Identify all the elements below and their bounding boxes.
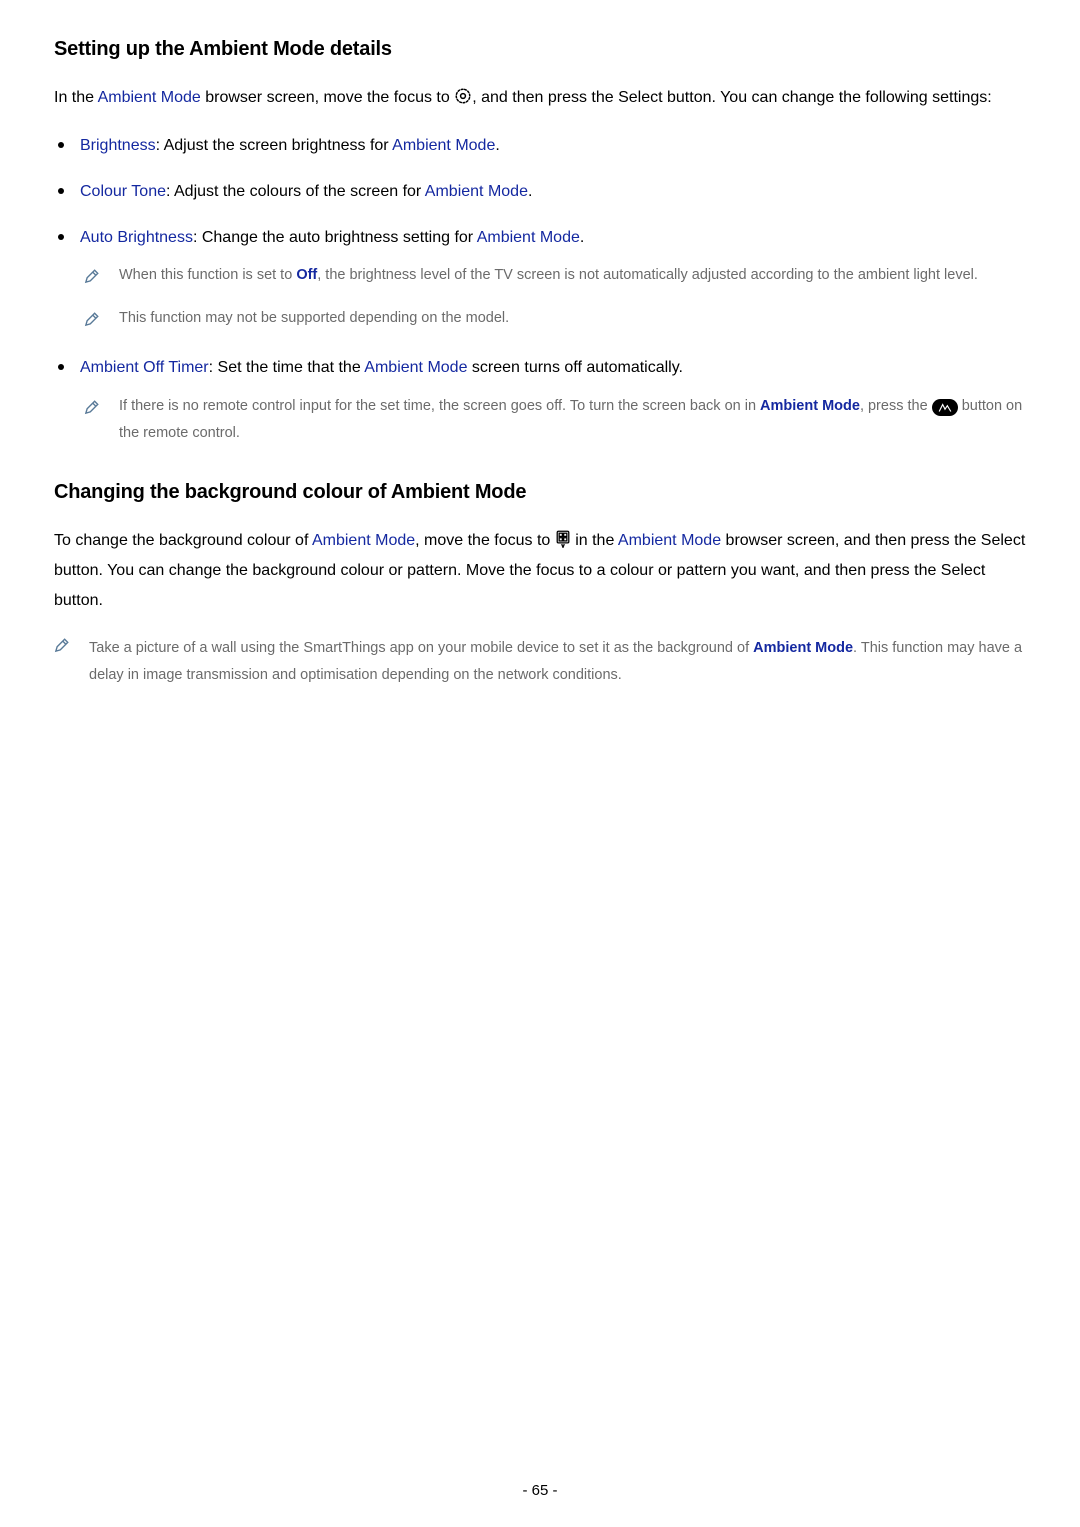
link-ambient-mode[interactable]: Ambient Mode bbox=[312, 532, 415, 549]
link-ambient-mode[interactable]: Ambient Mode bbox=[425, 183, 528, 200]
section-ambient-mode-details: Setting up the Ambient Mode details In t… bbox=[54, 38, 1026, 447]
list-item: Brightness: Adjust the screen brightness… bbox=[80, 131, 1026, 161]
text-span: in the bbox=[571, 532, 618, 549]
bullet-list: Brightness: Adjust the screen brightness… bbox=[54, 131, 1026, 446]
link-ambient-mode[interactable]: Ambient Mode bbox=[477, 229, 580, 246]
link-ambient-mode[interactable]: Ambient Mode bbox=[753, 640, 853, 656]
ambient-button-icon bbox=[932, 399, 958, 416]
link-auto-brightness[interactable]: Auto Brightness bbox=[80, 229, 193, 246]
text-span: : Adjust the screen brightness for bbox=[156, 137, 393, 154]
link-ambient-mode[interactable]: Ambient Mode bbox=[98, 89, 201, 106]
text-span: : Change the auto brightness setting for bbox=[193, 229, 477, 246]
text-span: , the brightness level of the TV screen … bbox=[317, 267, 978, 283]
text-span: , press the bbox=[860, 398, 932, 414]
pencil-note-icon bbox=[84, 265, 99, 295]
text-span: To change the background colour of bbox=[54, 532, 312, 549]
list-item: Ambient Off Timer: Set the time that the… bbox=[80, 353, 1026, 446]
text-span: In the bbox=[54, 89, 98, 106]
pencil-note-icon bbox=[54, 638, 69, 658]
text-span: If there is no remote control input for … bbox=[119, 398, 760, 414]
text-span: When this function is set to bbox=[119, 267, 296, 283]
link-brightness[interactable]: Brightness bbox=[80, 137, 156, 154]
link-ambient-mode[interactable]: Ambient Mode bbox=[760, 398, 860, 414]
heading-changing-background: Changing the background colour of Ambien… bbox=[54, 481, 1026, 504]
text-span: : Adjust the colours of the screen for bbox=[166, 183, 425, 200]
list-item: Auto Brightness: Change the auto brightn… bbox=[80, 223, 1026, 338]
text-span: browser screen, move the focus to bbox=[201, 89, 454, 106]
link-colour-tone[interactable]: Colour Tone bbox=[80, 183, 166, 200]
text-span: , move the focus to bbox=[415, 532, 555, 549]
intro-paragraph: In the Ambient Mode browser screen, move… bbox=[54, 83, 1026, 113]
note-block: Take a picture of a wall using the Smart… bbox=[54, 635, 1026, 689]
heading-setting-up: Setting up the Ambient Mode details bbox=[54, 38, 1026, 61]
text-span: . bbox=[495, 137, 499, 154]
gear-icon bbox=[454, 87, 472, 105]
text-span: Take a picture of a wall using the Smart… bbox=[89, 640, 753, 656]
section-changing-background: Changing the background colour of Ambien… bbox=[54, 481, 1026, 689]
note-text: Take a picture of a wall using the Smart… bbox=[89, 635, 1026, 689]
colour-palette-icon bbox=[555, 530, 571, 548]
text-span: . bbox=[528, 183, 532, 200]
text-span: , and then press the Select button. You … bbox=[472, 89, 991, 106]
link-off: Off bbox=[296, 267, 317, 283]
text-span: screen turns off automatically. bbox=[467, 359, 683, 376]
list-item: Colour Tone: Adjust the colours of the s… bbox=[80, 177, 1026, 207]
note-block: This function may not be supported depen… bbox=[80, 305, 1026, 338]
text-span: . bbox=[580, 229, 584, 246]
body-paragraph: To change the background colour of Ambie… bbox=[54, 526, 1026, 617]
note-block: When this function is set to Off, the br… bbox=[80, 262, 1026, 295]
pencil-note-icon bbox=[84, 396, 99, 426]
text-span: : Set the time that the bbox=[209, 359, 365, 376]
link-ambient-mode[interactable]: Ambient Mode bbox=[392, 137, 495, 154]
link-ambient-off-timer[interactable]: Ambient Off Timer bbox=[80, 359, 209, 376]
link-ambient-mode[interactable]: Ambient Mode bbox=[618, 532, 721, 549]
note-text: This function may not be supported depen… bbox=[119, 305, 509, 332]
note-block: If there is no remote control input for … bbox=[80, 393, 1026, 447]
page-number: - 65 - bbox=[0, 1482, 1080, 1499]
note-text: If there is no remote control input for … bbox=[119, 393, 1026, 447]
note-text: When this function is set to Off, the br… bbox=[119, 262, 978, 289]
pencil-note-icon bbox=[84, 308, 99, 338]
link-ambient-mode[interactable]: Ambient Mode bbox=[364, 359, 467, 376]
